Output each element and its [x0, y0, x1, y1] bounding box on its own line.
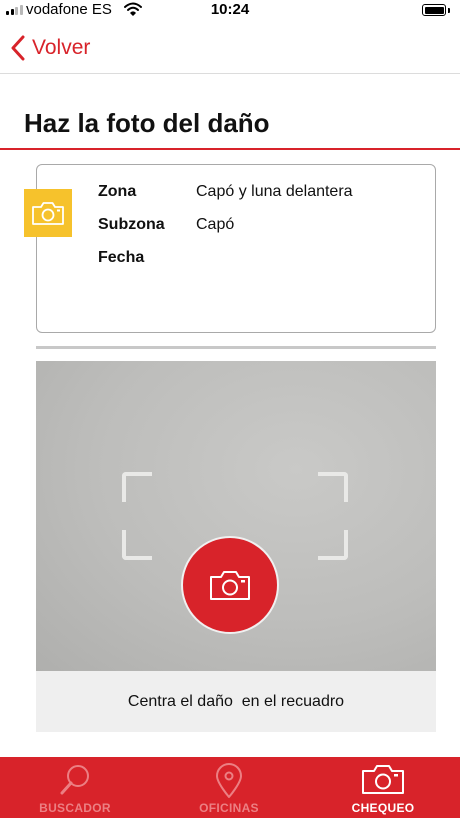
frame-corner-top-right [318, 472, 348, 502]
frame-corner-top-left [122, 472, 152, 502]
battery-cap [448, 8, 450, 13]
status-bar: vodafone ES 10:24 [0, 0, 460, 20]
info-value-zona: Capó y luna delantera [196, 183, 353, 200]
hint-text: Centra el daño en el recuadro [127, 692, 345, 710]
frame-corner-bottom-right [318, 530, 348, 560]
camera-tag [24, 189, 72, 237]
title-underline [0, 148, 460, 150]
hint-bar: Centra el daño en el recuadro [36, 671, 436, 732]
section-divider [36, 346, 436, 349]
tab-buscador[interactable]: BUSCADOR [15, 757, 135, 818]
location-pin-icon [216, 763, 242, 798]
page-title: Haz la foto del daño [24, 108, 270, 138]
battery-icon [422, 4, 446, 16]
back-button[interactable]: Volver [10, 35, 90, 61]
frame-corner-bottom-left [122, 530, 152, 560]
camera-icon [362, 765, 404, 794]
tab-chequeo[interactable]: CHEQUEO [323, 757, 443, 818]
camera-preview [36, 361, 436, 671]
navigation-bar: Volver [0, 28, 460, 74]
info-label-fecha: Fecha [98, 249, 145, 266]
info-value-subzona: Capó [196, 216, 235, 233]
status-time: 10:24 [210, 1, 250, 18]
search-icon [60, 765, 89, 795]
chevron-left-icon [11, 35, 25, 61]
tab-label-oficinas: OFICINAS [199, 801, 259, 815]
back-label: Volver [32, 36, 91, 59]
tab-label-buscador: BUSCADOR [39, 801, 111, 815]
info-label-zona: Zona [98, 183, 137, 200]
shutter-button[interactable] [181, 536, 279, 634]
camera-icon [32, 202, 64, 225]
tab-bar: BUSCADOR OFICINAS CHEQUEO [0, 757, 460, 818]
tab-label-chequeo: CHEQUEO [351, 801, 415, 815]
tab-oficinas[interactable]: OFICINAS [169, 757, 289, 818]
camera-icon [210, 571, 250, 600]
info-label-subzona: Subzona [98, 216, 165, 233]
